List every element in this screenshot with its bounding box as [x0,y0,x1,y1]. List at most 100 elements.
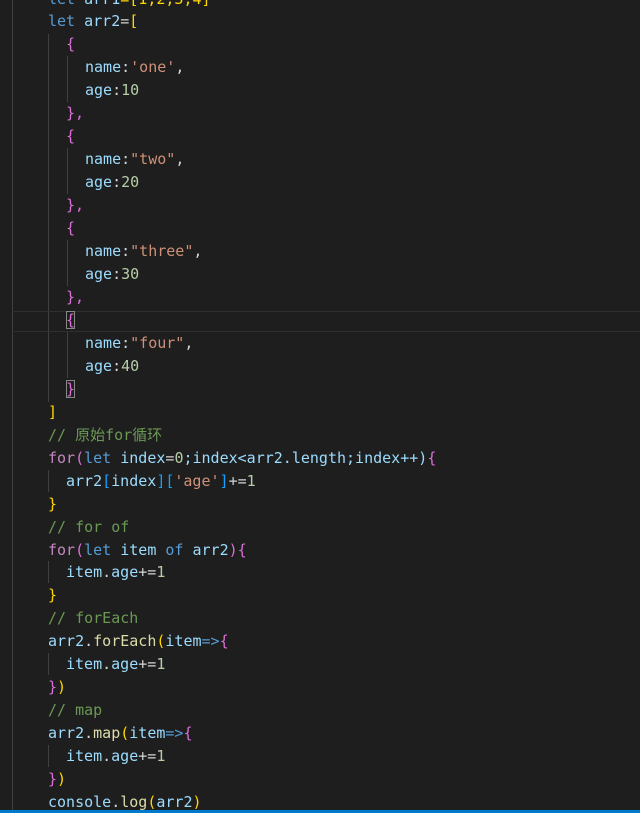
property: age [111,563,139,581]
property: age [85,81,113,99]
brace: { [66,127,76,145]
variable: arr2 [48,724,85,742]
indent-guide [67,240,68,286]
string: 'age' [174,472,220,490]
indent-guide [67,56,68,102]
code-line[interactable]: { [66,125,75,147]
variable: index [111,472,157,490]
matched-brace: } [66,380,76,398]
string: 'one' [130,58,176,76]
variable: arr1 [84,0,120,8]
indent-guide [12,0,13,813]
brace: }, [66,196,85,214]
code-line[interactable]: item.age+=1 [66,745,165,767]
code-line[interactable]: let arr2=[ [48,10,138,32]
code-line[interactable]: age:30 [85,263,139,285]
method: forEach [93,632,157,650]
number: 20 [121,173,140,191]
variable: arr2 [156,793,193,811]
code-comment[interactable]: // forEach [48,607,138,629]
code-comment[interactable]: // for of [48,516,129,538]
code-line[interactable]: } [48,584,57,606]
keyword: let [84,541,112,559]
keyword: for [48,541,76,559]
variable: console [48,793,112,811]
brace: }, [66,288,85,306]
code-line[interactable]: { [66,309,76,331]
keyword: let [48,0,75,8]
code-line[interactable]: { [66,217,75,239]
code-line[interactable]: arr2.forEach(item=>{ [48,630,229,652]
string: "two" [130,150,176,168]
code-line[interactable]: }, [66,194,84,216]
code-line[interactable]: item.age+=1 [66,653,165,675]
code-comment[interactable]: // map [48,699,102,721]
number: 10 [121,81,140,99]
variable: item [66,747,103,765]
param: item [165,632,202,650]
code-comment[interactable]: // 原始for循环 [48,424,162,446]
number: 1 [156,747,166,765]
indent-guide [48,470,49,492]
brace: }, [66,104,85,122]
number: 30 [121,265,140,283]
code-line[interactable]: ] [48,401,57,423]
code-line[interactable]: for(let item of arr2){ [48,539,247,561]
code-line[interactable]: } [48,493,57,515]
variable: arr2 [48,632,85,650]
variable: item [120,541,157,559]
code-line[interactable]: arr2.map(item=>{ [48,722,193,744]
method: log [120,793,148,811]
code-line[interactable]: let arr1=[1,2,3,4] [48,0,211,10]
number: 1 [246,472,256,490]
keyword: let [84,449,112,467]
number: 40 [121,357,140,375]
property: name [85,58,122,76]
number: 1 [156,655,166,673]
code-line[interactable]: { [66,33,75,55]
code-line[interactable]: }, [66,102,84,124]
property: age [111,747,139,765]
code-line[interactable]: age:40 [85,355,139,377]
code-line[interactable]: item.age+=1 [66,561,165,583]
code-line[interactable]: name:"three", [85,240,202,262]
variable: arr2 [192,541,229,559]
arrow: => [201,632,220,650]
code-line[interactable]: name:"four", [85,332,193,354]
indent-guide [48,34,49,402]
param: item [129,724,166,742]
code-line[interactable]: for(let index=0;index<arr2.length;index+… [48,447,436,469]
code-line[interactable]: age:10 [85,79,139,101]
code-line[interactable]: }, [66,286,84,308]
variable: arr2 [66,472,103,490]
arrow: => [165,724,184,742]
keyword: let [48,12,76,30]
code-line[interactable]: name:"two", [85,148,184,170]
code-line[interactable]: }) [48,768,66,790]
code-line[interactable]: age:20 [85,171,139,193]
property: age [85,173,113,191]
indent-guide [67,332,68,378]
string: "three" [130,242,194,260]
indent-guide [48,745,49,767]
string: "four" [130,334,185,352]
variable: index [120,449,166,467]
brace: { [66,219,76,237]
matched-brace: { [66,311,76,329]
property: age [85,357,113,375]
keyword: for [48,449,76,467]
code-line[interactable]: }) [48,676,66,698]
indent-guide [48,561,49,583]
indent-guide [67,148,68,194]
property: age [85,265,113,283]
property: age [111,655,139,673]
code-line[interactable]: } [66,378,76,400]
variable: item [66,655,103,673]
brace: { [66,35,76,53]
code-editor[interactable]: let arr1=[1,2,3,4] let arr2=[ { name:'on… [0,0,640,813]
operator: = [120,12,130,30]
code-line[interactable]: name:'one', [85,56,184,78]
property: name [85,334,122,352]
variable: item [66,563,103,581]
code-line[interactable]: arr2[index]['age']+=1 [66,470,256,492]
